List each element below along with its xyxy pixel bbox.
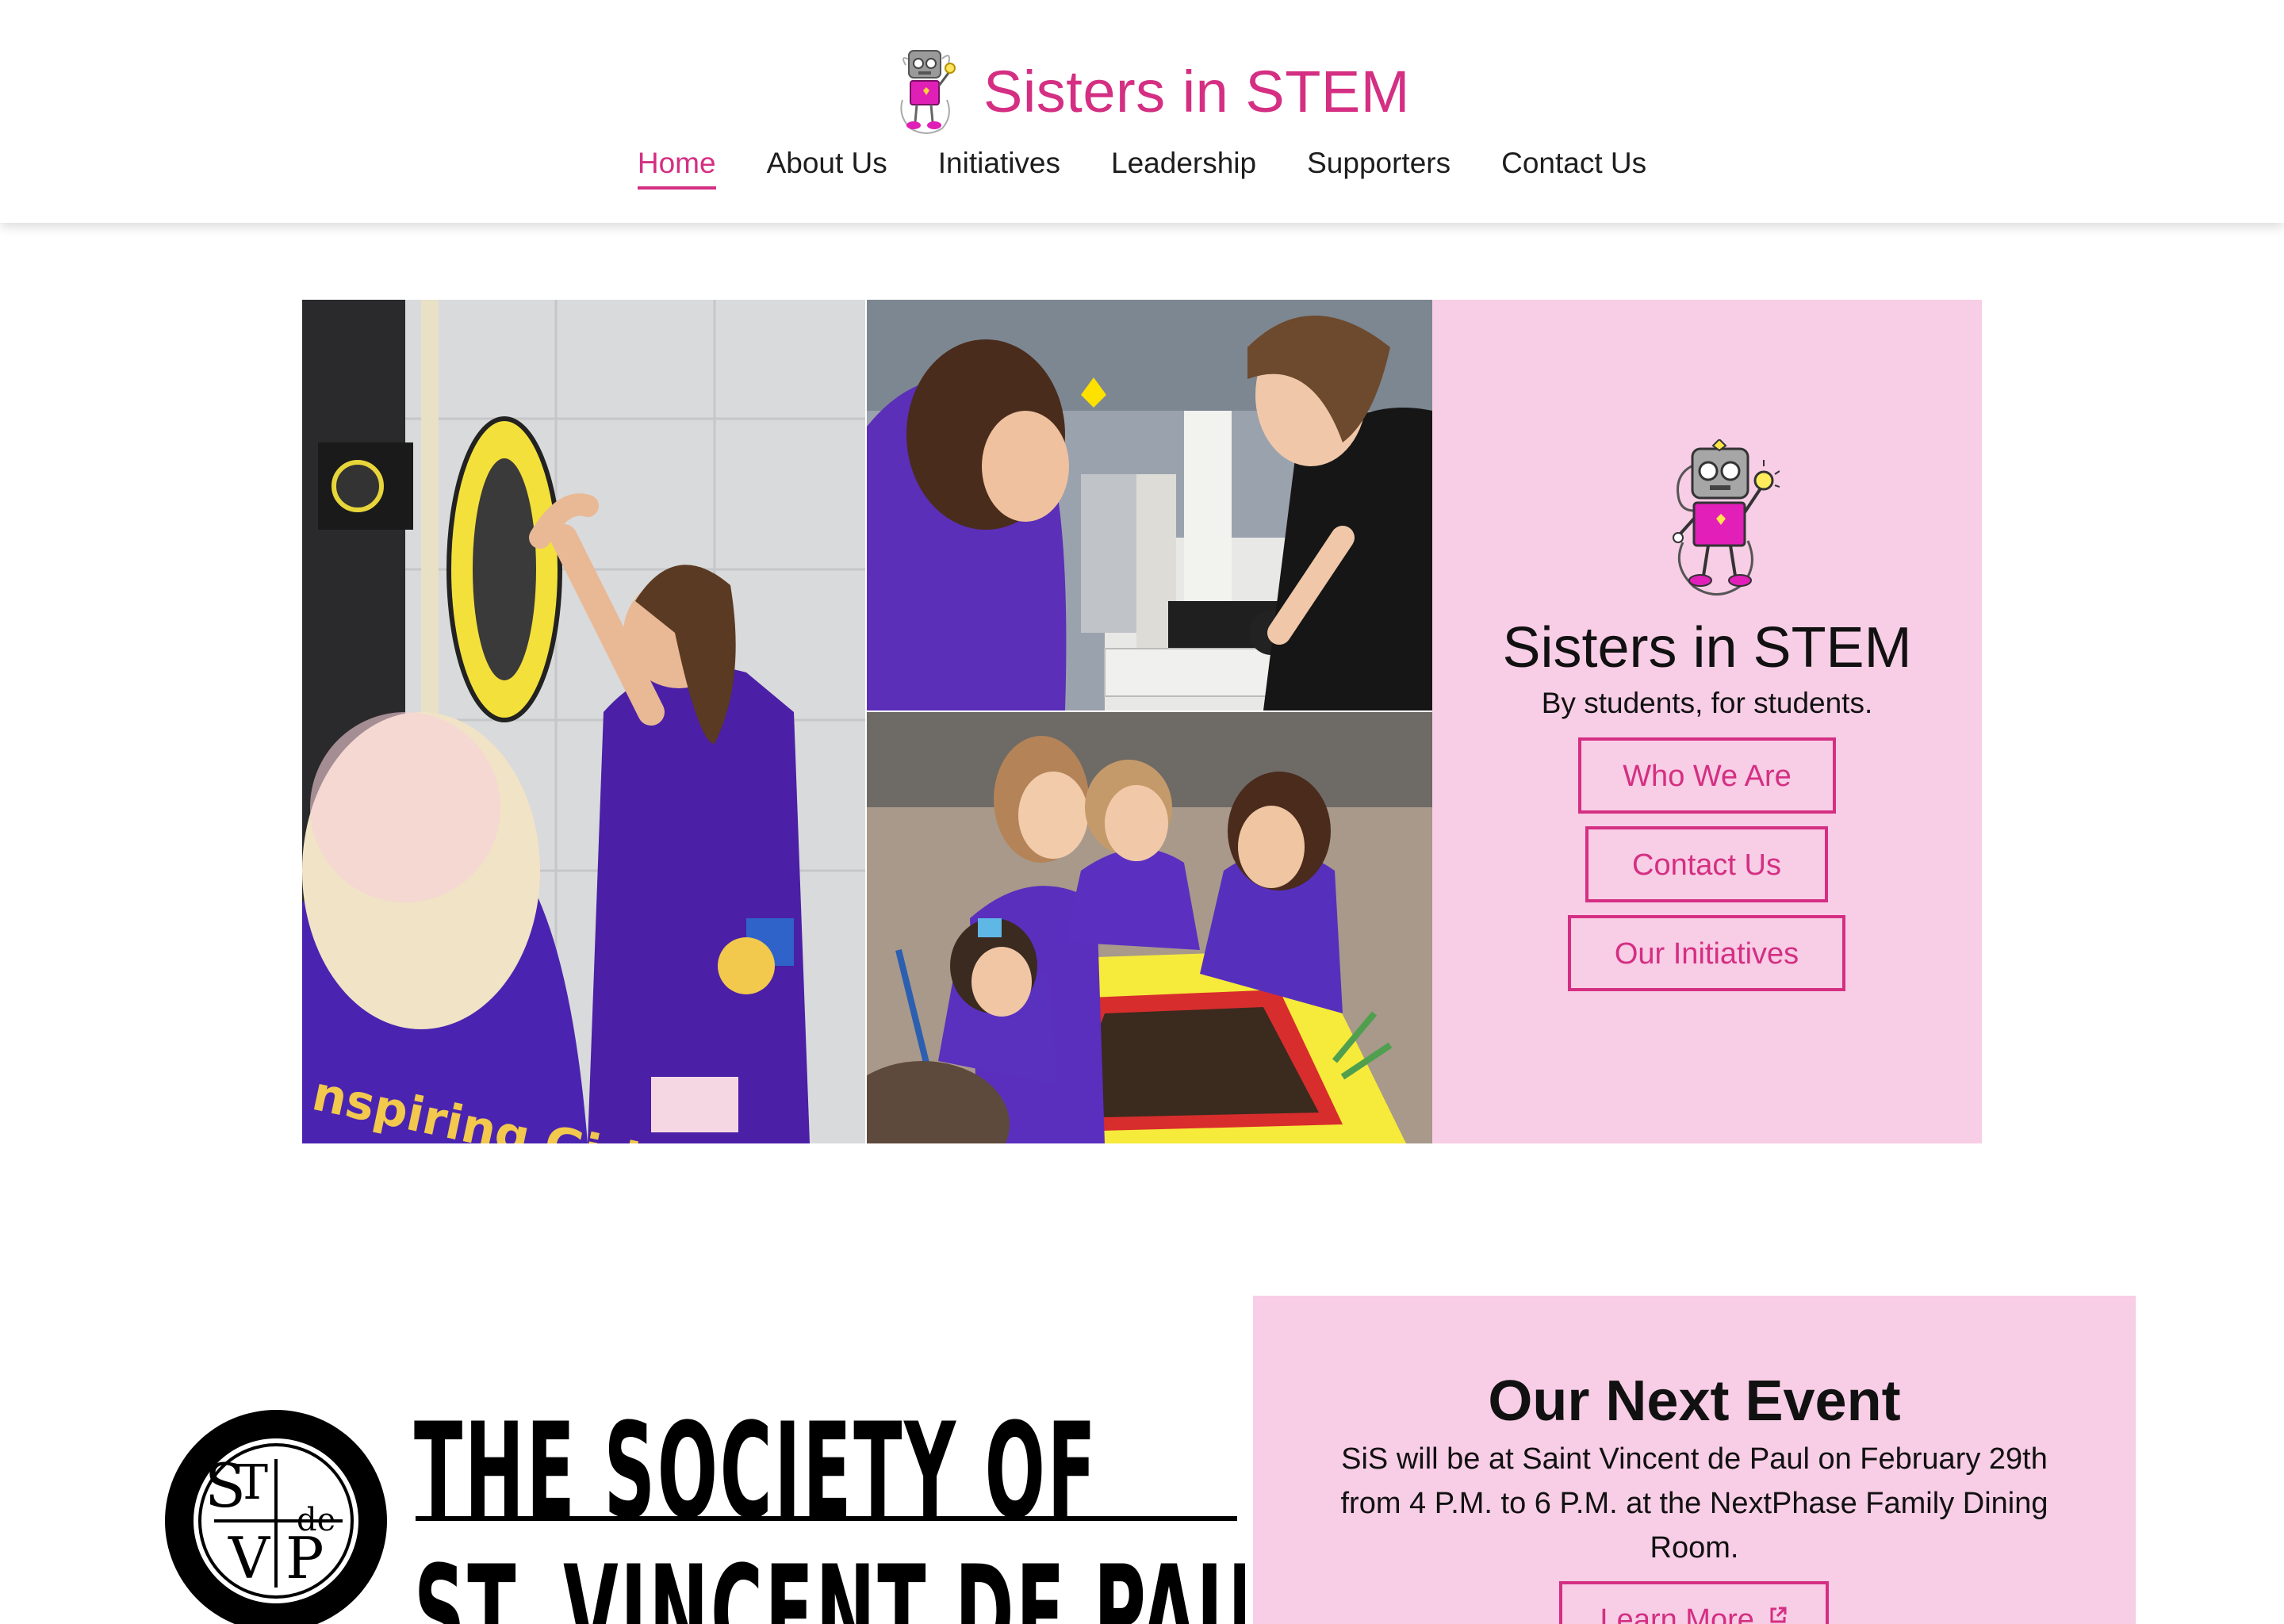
site-header: Sisters in STEM Home About Us Initiative…	[0, 0, 2284, 223]
next-event-card: Our Next Event SiS will be at Saint Vinc…	[1253, 1296, 2136, 1624]
event-title: Our Next Event	[1488, 1369, 1901, 1433]
external-link-icon	[1770, 1607, 1787, 1623]
hero-section: nspiring Girls Sisters in STEM By studen…	[302, 300, 1982, 1143]
emblem-letter-v: V	[228, 1525, 271, 1591]
svdp-divider	[416, 1516, 1237, 1521]
main-nav: Home About Us Initiatives Leadership Sup…	[0, 147, 2284, 190]
learn-more-button[interactable]: Learn More	[1559, 1581, 1829, 1624]
hero-tagline: By students, for students.	[1541, 687, 1873, 719]
svdp-emblem-icon: S T V P de	[165, 1410, 387, 1624]
nav-item-about-us[interactable]: About Us	[767, 147, 887, 190]
site-title[interactable]: Sisters in STEM	[983, 58, 1410, 125]
brand[interactable]: Sisters in STEM	[895, 40, 1410, 143]
nav-item-home[interactable]: Home	[637, 147, 716, 190]
photo-soil-tray	[867, 712, 1432, 1143]
svdp-name-line2: ST. VINCENT DE PAUL	[414, 1538, 1245, 1624]
nav-item-supporters[interactable]: Supporters	[1307, 147, 1450, 190]
emblem-letter-t: T	[236, 1455, 268, 1511]
our-initiatives-button[interactable]: Our Initiatives	[1568, 915, 1845, 991]
nav-item-initiatives[interactable]: Initiatives	[938, 147, 1060, 190]
robot-mascot-icon	[900, 50, 956, 134]
photo-microscope	[867, 300, 1432, 710]
robot-mascot-icon	[1673, 439, 1780, 596]
who-we-are-button[interactable]: Who We Are	[1578, 737, 1836, 814]
contact-us-button[interactable]: Contact Us	[1585, 826, 1828, 902]
learn-more-label: Learn More	[1600, 1603, 1754, 1624]
hero-panel: Sisters in STEM By students, for student…	[1432, 300, 1982, 1143]
nav-item-leadership[interactable]: Leadership	[1111, 147, 1256, 190]
svdp-logo: S T V P de THE SOCIETY OF ST. VINCENT DE…	[159, 1396, 1245, 1624]
event-description: SiS will be at Saint Vincent de Paul on …	[1340, 1442, 2048, 1565]
photo-robotics-girl: nspiring Girls	[302, 300, 865, 1143]
nav-item-contact-us[interactable]: Contact Us	[1501, 147, 1646, 190]
hero-title: Sisters in STEM	[1502, 616, 1912, 680]
svdp-name-line1: THE SOCIETY OF	[414, 1396, 1098, 1549]
